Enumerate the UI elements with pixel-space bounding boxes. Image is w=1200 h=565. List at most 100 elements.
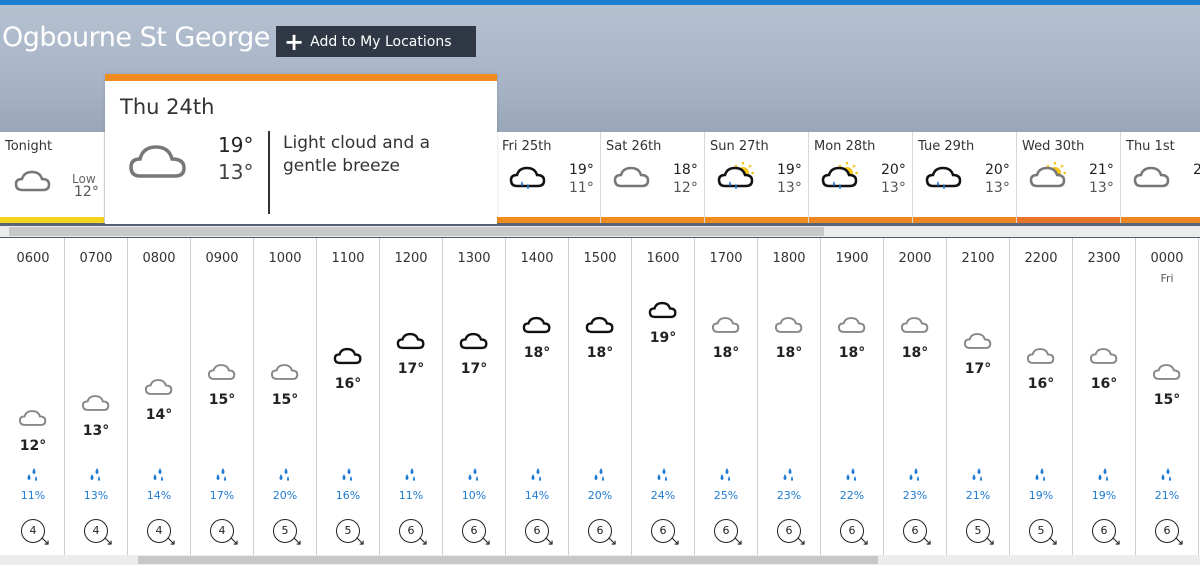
today-date: Thu 24th: [120, 95, 215, 119]
temperature-bar: [1017, 217, 1120, 223]
hour-column[interactable]: 1600 19° 24% 6 ↘: [632, 238, 695, 555]
cloud-icon: [522, 316, 551, 334]
cloud-rain-icon: [509, 166, 546, 189]
hour-column[interactable]: 2300 16° 19% 6 ↘: [1073, 238, 1136, 555]
hour-column[interactable]: 1900 18° 22% 6 ↘: [821, 238, 884, 555]
scrollbar-thumb[interactable]: [138, 556, 878, 564]
wind-direction-arrow-icon: ↘: [921, 534, 933, 549]
raindrop-icon: [1035, 468, 1045, 481]
day-high-temp: 18°: [673, 162, 698, 178]
light-cloud-icon: [1026, 348, 1055, 364]
wind-direction-arrow-icon: ↘: [417, 534, 429, 549]
today-low-temp: 13°: [218, 160, 254, 184]
cloud-icon: [333, 347, 362, 365]
hour-temperature: 16°: [1027, 376, 1055, 392]
day-low-temp: 11°: [569, 180, 594, 196]
hour-column[interactable]: 1400 18° 14% 6 ↘: [506, 238, 569, 555]
light-cloud-icon: [207, 363, 236, 380]
hour-time: 2100: [961, 251, 995, 266]
hour-time: 1700: [709, 251, 743, 266]
hour-column[interactable]: 1500 18° 20% 6 ↘: [569, 238, 632, 555]
hourly-scrollbar[interactable]: [0, 555, 1200, 565]
cloud-icon: [129, 145, 186, 178]
hour-column[interactable]: 0000 Fri 15° 21% 6 ↘: [1136, 238, 1199, 555]
raindrop-icon: [846, 468, 856, 481]
hour-column[interactable]: 0800 14° 14% 4 ↘: [128, 238, 191, 555]
weather-description: Light cloud and a gentle breeze: [283, 133, 431, 176]
hour-column[interactable]: 1100 16° 16% 5 ↘: [317, 238, 380, 555]
raindrop-icon: [405, 468, 415, 481]
temperature-bar: [497, 217, 600, 223]
day-high-temp: 20°: [985, 162, 1010, 178]
hour-time: 2300: [1087, 251, 1121, 266]
day-low-temp: 13°: [777, 180, 802, 196]
hour-column[interactable]: 1700 18° 25% 6 ↘: [695, 238, 758, 555]
hour-column[interactable]: 2000 18° 23% 6 ↘: [884, 238, 947, 555]
precipitation-chance: 20%: [272, 489, 298, 502]
precipitation-chance: 19%: [1028, 489, 1054, 502]
today-panel[interactable]: Thu 24th 19° 13° Light cloud and a gentl…: [105, 74, 497, 224]
today-high-temp: 19°: [218, 133, 254, 157]
hour-column[interactable]: 1200 17° 11% 6 ↘: [380, 238, 443, 555]
wind-direction-arrow-icon: ↘: [480, 534, 492, 549]
hour-column[interactable]: 1800 18° 23% 6 ↘: [758, 238, 821, 555]
day-strip-scrollbar[interactable]: [0, 226, 1200, 237]
precipitation-chance: 11%: [398, 489, 424, 502]
wind-direction-arrow-icon: ↘: [354, 534, 366, 549]
hour-temperature: 17°: [460, 360, 488, 377]
hour-time: 1800: [772, 251, 806, 266]
hour-temperature: 17°: [397, 360, 425, 377]
hour-time: 1200: [394, 251, 428, 266]
hour-column[interactable]: 2100 17° 21% 5 ↘: [947, 238, 1010, 555]
hour-column[interactable]: 1000 15° 20% 5 ↘: [254, 238, 317, 555]
day-tab[interactable]: Mon 28th 20° 13°: [809, 132, 913, 223]
hour-temperature: 18°: [712, 345, 740, 361]
hour-time: 2200: [1024, 251, 1058, 266]
day-high-temp: 19°: [569, 162, 594, 178]
tonight-low: 12°: [74, 184, 99, 200]
wind-direction-arrow-icon: ↘: [795, 534, 807, 549]
cloud-icon: [396, 332, 425, 349]
wind-direction-arrow-icon: ↘: [606, 534, 618, 549]
day-tab[interactable]: Sat 26th 18° 12°: [601, 132, 705, 223]
day-tab[interactable]: Tue 29th 20° 13°: [913, 132, 1017, 223]
hour-temperature: 15°: [208, 391, 236, 408]
add-to-my-locations-button[interactable]: + Add to My Locations: [276, 26, 476, 57]
hour-column[interactable]: 1300 17° 10% 6 ↘: [443, 238, 506, 555]
hour-time: 1600: [646, 251, 680, 266]
day-tab[interactable]: Wed 30th 21° 13°: [1017, 132, 1121, 223]
precipitation-chance: 19%: [1091, 489, 1117, 502]
hour-column[interactable]: 0600 12° 11% 4 ↘: [2, 238, 65, 555]
light-cloud-icon: [774, 317, 803, 333]
hour-column[interactable]: 0700 13° 13% 4 ↘: [65, 238, 128, 555]
hour-time: 1000: [268, 251, 302, 266]
precipitation-chance: 25%: [713, 489, 739, 502]
wind-direction-arrow-icon: ↘: [291, 534, 303, 549]
hour-temperature: 12°: [19, 438, 47, 454]
temperature-bar: [0, 217, 104, 223]
day-tab[interactable]: Thu 1st 2: [1121, 132, 1200, 223]
wind-direction-arrow-icon: ↘: [39, 534, 51, 549]
day-tab-tonight[interactable]: Tonight Low 12°: [0, 132, 105, 223]
hour-day-label: Fri: [1160, 272, 1174, 285]
hour-time: 1100: [331, 251, 365, 266]
day-tab[interactable]: Sun 27th 19° 13°: [705, 132, 809, 223]
wind-direction-arrow-icon: ↘: [1110, 534, 1122, 549]
cloud-icon: [459, 332, 488, 349]
light-cloud-icon: [81, 394, 110, 411]
light-cloud-icon: [711, 317, 740, 333]
hour-temperature: 14°: [145, 407, 173, 423]
raindrop-icon: [972, 468, 982, 481]
precipitation-chance: 21%: [965, 489, 991, 502]
day-tab[interactable]: Fri 25th 19° 11°: [497, 132, 601, 223]
hour-time: 1400: [520, 251, 554, 266]
hour-column[interactable]: 0900 15° 17% 4 ↘: [191, 238, 254, 555]
cloud-icon: [585, 316, 614, 334]
wind-direction-arrow-icon: ↘: [732, 534, 744, 549]
raindrop-icon: [909, 468, 919, 481]
scrollbar-thumb[interactable]: [9, 227, 824, 236]
raindrop-icon: [783, 468, 793, 481]
hour-temperature: 15°: [271, 391, 299, 408]
hour-temperature: 16°: [334, 376, 362, 392]
hour-column[interactable]: 2200 16° 19% 5 ↘: [1010, 238, 1073, 555]
